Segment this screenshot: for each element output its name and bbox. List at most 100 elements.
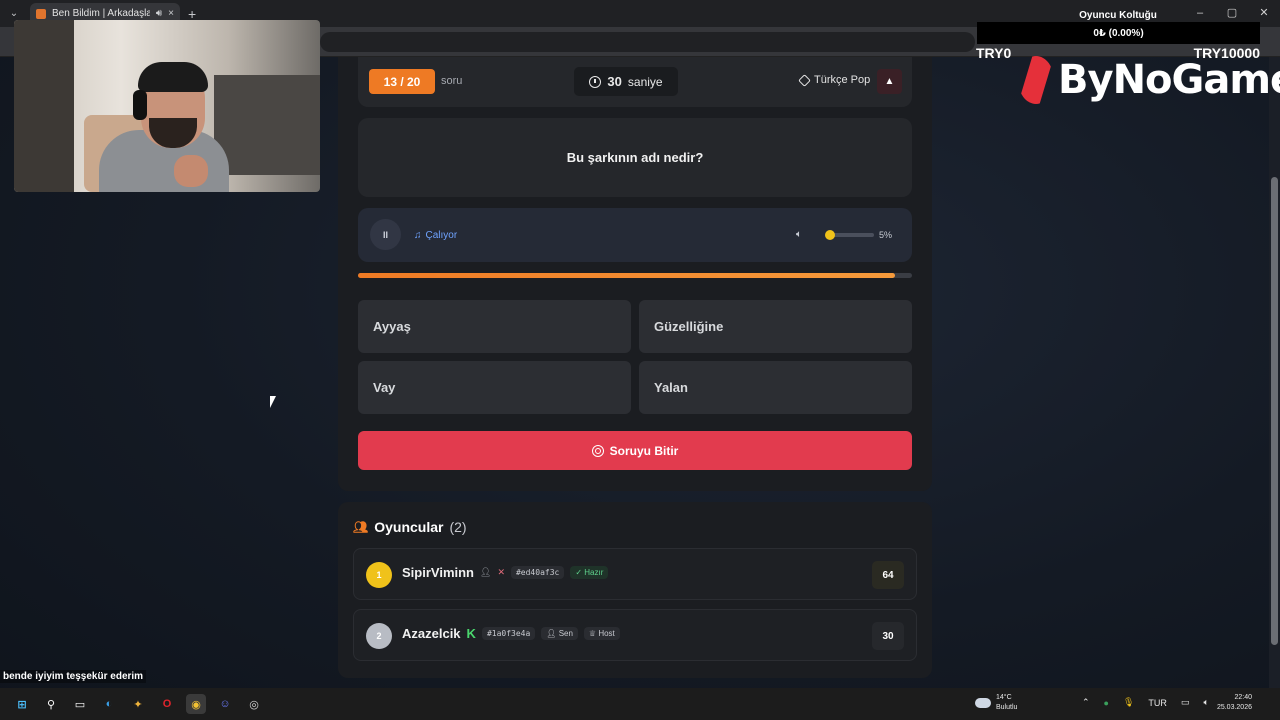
overlay-value-box: 0₺ (0.00%) bbox=[977, 22, 1260, 44]
stream-caption: bende iyiyim teşşekür ederim bbox=[0, 670, 147, 683]
ready-badge: ✓ Hazır bbox=[570, 566, 609, 579]
clock-time: 22:40 bbox=[1234, 694, 1252, 701]
obs-icon[interactable]: ◎ bbox=[244, 694, 264, 714]
overlay-min-label: TRY0 bbox=[976, 45, 1012, 61]
category-tag: Türkçe Pop bbox=[798, 73, 871, 87]
finish-label: Soruyu Bitir bbox=[609, 443, 679, 458]
copilot-icon[interactable]: ✦ bbox=[128, 694, 148, 714]
players-header: 👥︎ Oyuncular (2) bbox=[353, 519, 467, 535]
players-count: (2) bbox=[449, 519, 467, 535]
overlay-title: Oyuncu Koltuğu bbox=[1079, 10, 1157, 21]
question-word-label: soru bbox=[441, 75, 463, 87]
playing-label: Çalıyor bbox=[425, 230, 458, 241]
question-card: Bu şarkının adı nedir? bbox=[358, 118, 912, 197]
answer-option[interactable]: Vay bbox=[358, 361, 631, 414]
time-progress-fill bbox=[358, 273, 896, 278]
playing-status: ♫ Çalıyor bbox=[414, 230, 457, 241]
weather-temp: 14°C bbox=[996, 694, 1012, 701]
player-info: Azazelcik K #1a0f3e4a 👤︎ Sen ♕ Host bbox=[402, 626, 620, 641]
mouse-cursor-icon bbox=[270, 396, 280, 408]
volume-percent: 5% bbox=[879, 230, 893, 240]
time-progress-bar bbox=[358, 273, 912, 278]
player-id: #1a0f3e4a bbox=[481, 627, 536, 640]
rank-badge: 1 bbox=[366, 562, 392, 588]
overlay-value: 0₺ (0.00%) bbox=[1093, 27, 1144, 39]
tab-close-icon[interactable]: × bbox=[168, 8, 174, 19]
url-input[interactable] bbox=[320, 32, 975, 52]
pause-icon: II bbox=[382, 229, 388, 240]
webcam-equipment bbox=[214, 75, 320, 175]
clock-date: 25.03.2026 bbox=[1216, 704, 1252, 711]
cloud-icon bbox=[975, 698, 991, 708]
clock-icon bbox=[589, 75, 602, 88]
player-name: SipirViminn bbox=[402, 565, 474, 580]
chrome-icon[interactable]: ◉ bbox=[186, 694, 206, 714]
host-badge: ♕ Host bbox=[583, 627, 620, 640]
webcam-person-hand bbox=[174, 155, 208, 187]
webcam-person-bandana bbox=[138, 62, 208, 92]
weather-widget[interactable]: 14°C Bulutlu bbox=[975, 693, 1017, 713]
tag-icon bbox=[798, 73, 811, 87]
you-label: Sen bbox=[558, 629, 573, 638]
app-tray-icon[interactable]: ● bbox=[1104, 698, 1109, 708]
brand-mark-icon bbox=[1018, 56, 1054, 104]
volume-tray-icon[interactable]: 🔈︎ bbox=[1203, 697, 1208, 708]
report-button[interactable]: ▲ bbox=[877, 69, 902, 94]
player-row: 1 SipirViminn 👤︎ ✕ #ed40af3c ✓ Hazır 64 bbox=[353, 548, 917, 600]
answer-option[interactable]: Güzelliğine bbox=[639, 300, 912, 353]
warning-icon: ▲ bbox=[884, 76, 895, 87]
timer-value: 30 bbox=[607, 74, 622, 89]
chevron-up-icon[interactable]: ⌃ bbox=[1082, 697, 1090, 708]
opera-icon[interactable]: O bbox=[157, 694, 177, 714]
player-id: #ed40af3c bbox=[510, 566, 565, 579]
target-icon bbox=[591, 444, 604, 457]
question-counter-badge: 13 / 20 bbox=[369, 69, 435, 94]
finish-question-button[interactable]: Soruyu Bitir bbox=[358, 431, 912, 470]
brand-name: ByNoGame bbox=[1058, 57, 1280, 103]
start-icon[interactable]: ⊞ bbox=[12, 694, 32, 714]
network-icon[interactable]: ▭ bbox=[1181, 697, 1190, 708]
music-note-icon: ♫ bbox=[414, 230, 422, 241]
scrollbar-thumb[interactable] bbox=[1271, 177, 1278, 645]
pause-button[interactable]: II bbox=[370, 219, 401, 250]
favicon-icon bbox=[36, 8, 46, 19]
weather-desc: Bulutlu bbox=[996, 704, 1018, 711]
question-text: Bu şarkının adı nedir? bbox=[566, 150, 704, 165]
discord-icon[interactable]: ☺ bbox=[215, 694, 235, 714]
task-view-icon[interactable]: ▭ bbox=[70, 694, 90, 714]
player-info: SipirViminn 👤︎ ✕ #ed40af3c ✓ Hazır bbox=[402, 565, 609, 580]
category-label: Türkçe Pop bbox=[814, 74, 871, 86]
page-scrollbar[interactable] bbox=[1269, 57, 1280, 688]
rank-badge: 2 bbox=[366, 623, 392, 649]
timer-unit: saniye bbox=[627, 74, 663, 89]
player-name: Azazelcik bbox=[402, 626, 461, 641]
players-title: Oyuncular bbox=[374, 519, 444, 535]
you-badge: 👤︎ Sen bbox=[541, 627, 578, 640]
player-row: 2 Azazelcik K #1a0f3e4a 👤︎ Sen ♕ Host 30 bbox=[353, 609, 917, 661]
host-label: Host bbox=[598, 629, 615, 638]
volume-icon[interactable]: 🔈︎ bbox=[796, 229, 802, 240]
speaker-icon[interactable]: 🔊︎ bbox=[156, 8, 162, 19]
weather-text: 14°C Bulutlu bbox=[996, 693, 1017, 713]
mic-icon[interactable]: 🎙︎ bbox=[1123, 697, 1134, 708]
remove-friend-icon[interactable]: ✕ bbox=[497, 567, 505, 578]
user-icon: 👤︎ bbox=[480, 567, 492, 577]
edge-icon[interactable]: ◐ bbox=[99, 694, 119, 714]
brand-logo: ByNoGame bbox=[1018, 56, 1280, 104]
kick-logo-icon: K bbox=[466, 626, 476, 641]
ready-label: Hazır bbox=[584, 568, 604, 577]
webcam-feed bbox=[14, 20, 320, 192]
answer-option[interactable]: Ayyaş bbox=[358, 300, 631, 353]
users-icon: 👥︎ bbox=[353, 520, 369, 534]
system-tray: ⌃ ● 🎙︎ TUR ▭ 🔈︎ bbox=[1082, 697, 1209, 708]
search-icon[interactable]: ⚲ bbox=[41, 694, 61, 714]
player-score: 64 bbox=[872, 561, 904, 589]
tab-title: Ben Bildim | Arkadaşlarınla bbox=[52, 8, 150, 19]
system-clock[interactable]: 22:40 25.03.2026 bbox=[1212, 693, 1252, 713]
webcam-wall bbox=[14, 20, 74, 192]
answer-option[interactable]: Yalan bbox=[639, 361, 912, 414]
player-score: 30 bbox=[872, 622, 904, 650]
language-indicator[interactable]: TUR bbox=[1148, 698, 1167, 708]
timer: 30 saniye bbox=[574, 67, 678, 96]
webcam-headset bbox=[133, 90, 147, 120]
